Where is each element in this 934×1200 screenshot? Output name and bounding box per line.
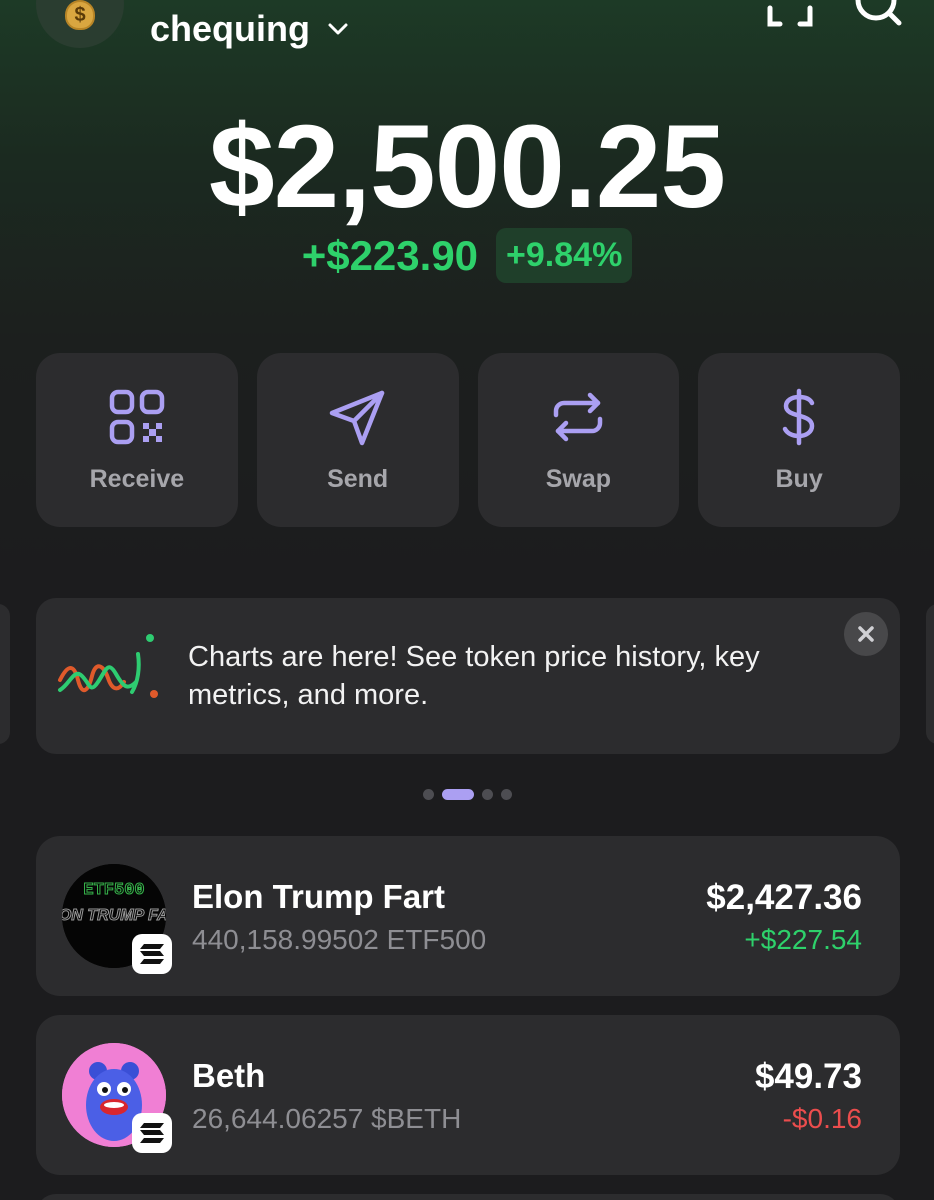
close-icon (858, 626, 874, 642)
carousel-dot-active[interactable] (441, 789, 474, 800)
token-change: -$0.16 (782, 1103, 862, 1134)
token-name: Beth (192, 1057, 266, 1094)
send-icon (329, 390, 384, 445)
account-name: chequing (150, 8, 310, 49)
qr-code-icon (109, 389, 165, 444)
etf500-logo-name: ELON TRUMP FART (62, 907, 166, 924)
carousel-dot[interactable] (500, 789, 512, 800)
send-label: Send (327, 464, 389, 493)
swap-icon (554, 392, 603, 441)
token-row-next[interactable] (36, 1194, 900, 1200)
chevron-down-icon (328, 23, 348, 35)
balance-change-amount: +$223.90 (301, 231, 479, 279)
buy-label: Buy (775, 464, 823, 493)
previous-banner-card[interactable] (0, 604, 10, 744)
search-icon[interactable] (852, 0, 904, 32)
token-amount: 26,644.06257 $BETH (192, 1103, 462, 1134)
carousel-indicator (0, 789, 934, 800)
account-avatar[interactable]: $ (36, 0, 124, 48)
balance-change-percent: +9.84% (496, 228, 633, 283)
solana-chain-badge (132, 934, 172, 974)
balance-change: +$223.90 +9.84% (0, 228, 934, 283)
token-row-beth[interactable]: Beth 26,644.06257 $BETH $49.73 -$0.16 (36, 1015, 900, 1175)
money-bag-icon: $ (65, 0, 95, 30)
total-balance: $2,500.25 (209, 101, 726, 233)
etf500-logo-ticker: ETF500 (83, 881, 144, 900)
banner-close-button[interactable] (844, 612, 888, 656)
top-bar: $ chequing (0, 0, 934, 70)
promo-banner[interactable]: Charts are here! See token price history… (36, 598, 900, 754)
solana-icon (140, 1123, 164, 1143)
token-amount: 440,158.99502 ETF500 (192, 924, 487, 955)
token-name: Elon Trump Fart (192, 878, 446, 915)
receive-button[interactable]: Receive (36, 353, 238, 527)
swap-button[interactable]: Swap (477, 353, 680, 527)
solana-icon (140, 944, 164, 964)
token-change: +$227.54 (744, 924, 862, 955)
token-value: $2,427.36 (706, 878, 862, 917)
carousel-dot[interactable] (422, 789, 434, 800)
account-selector[interactable]: chequing (150, 8, 350, 50)
send-button[interactable]: Send (256, 353, 459, 527)
dollar-icon (782, 388, 815, 445)
receive-label: Receive (89, 464, 185, 493)
scan-icon[interactable] (766, 0, 814, 30)
chart-squiggle-icon (58, 634, 158, 698)
buy-button[interactable]: Buy (698, 353, 900, 527)
next-banner-card[interactable] (926, 604, 934, 744)
quick-actions: Receive Send Swap Buy (36, 353, 900, 527)
solana-chain-badge (132, 1113, 172, 1153)
carousel-dot[interactable] (481, 789, 493, 800)
token-row-etf500[interactable]: ETF500 ELON TRUMP FART Elon Trump Fart 4… (36, 836, 900, 996)
swap-label: Swap (545, 464, 612, 493)
banner-message: Charts are here! See token price history… (188, 641, 760, 711)
token-value: $49.73 (754, 1057, 862, 1096)
